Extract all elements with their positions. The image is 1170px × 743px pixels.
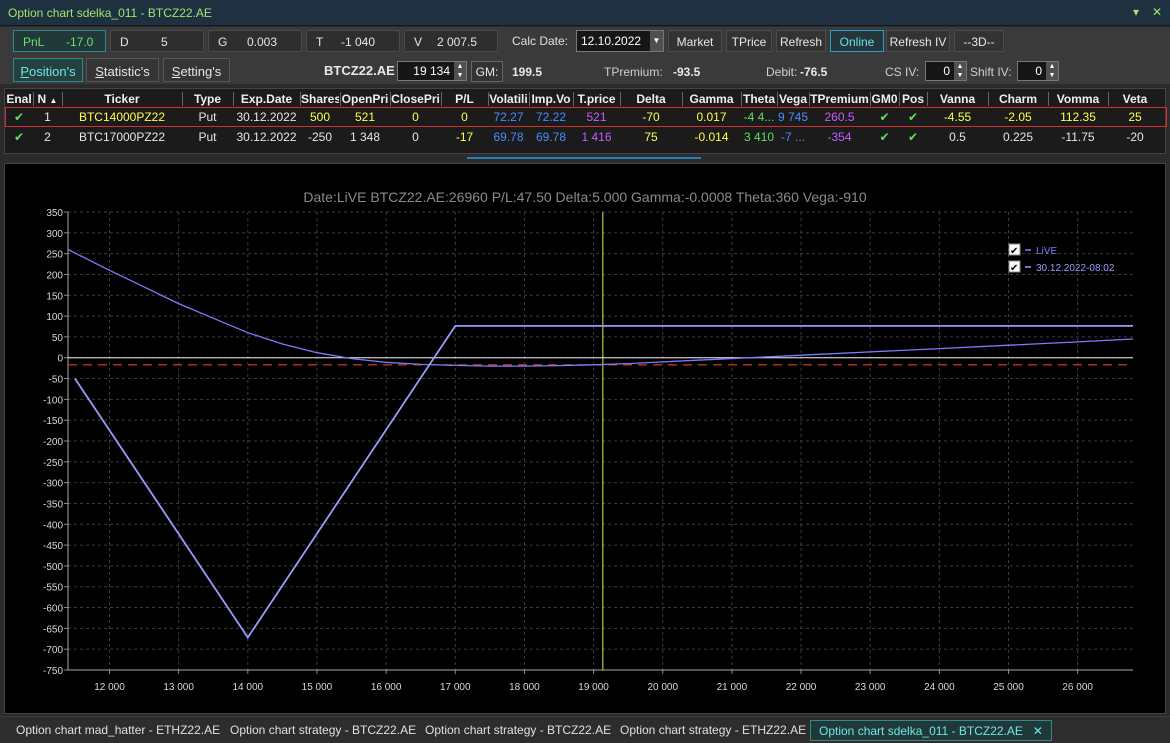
- y-tick-label: 50: [52, 333, 64, 344]
- y-tick-label: -100: [43, 395, 63, 406]
- x-tick-label: 25 000: [993, 682, 1024, 693]
- x-tick-label: 20 000: [647, 682, 678, 693]
- doc-tab-active[interactable]: Option chart sdelka_011 - BTCZ22.AE ✕: [810, 720, 1052, 741]
- y-tick-label: 200: [46, 270, 63, 281]
- y-tick-label: 100: [46, 312, 63, 323]
- y-tick-label: -50: [49, 375, 64, 386]
- x-tick-label: 14 000: [233, 682, 264, 693]
- y-tick-label: -400: [43, 520, 63, 531]
- legend-label: 30.12.2022-08:02: [1036, 263, 1115, 274]
- check-icon: ✔: [1010, 263, 1018, 274]
- y-tick-label: -150: [43, 416, 63, 427]
- y-tick-label: -350: [43, 499, 63, 510]
- x-tick-label: 18 000: [509, 682, 540, 693]
- x-tick-label: 22 000: [786, 682, 817, 693]
- y-tick-label: -700: [43, 645, 63, 656]
- y-tick-label: 0: [57, 354, 63, 365]
- y-tick-label: -300: [43, 479, 63, 490]
- y-tick-label: 300: [46, 229, 63, 240]
- y-tick-label: 250: [46, 250, 63, 261]
- doc-tab[interactable]: Option chart strategy - ETHZ22.AE: [612, 720, 814, 741]
- y-tick-label: -750: [43, 666, 63, 677]
- x-tick-label: 26 000: [1062, 682, 1093, 693]
- x-tick-label: 24 000: [924, 682, 955, 693]
- x-tick-label: 12 000: [94, 682, 125, 693]
- close-tab-icon[interactable]: ✕: [1033, 724, 1043, 738]
- y-tick-label: -200: [43, 437, 63, 448]
- y-tick-label: -650: [43, 624, 63, 635]
- x-tick-label: 13 000: [163, 682, 194, 693]
- document-tabs: Option chart mad_hatter - ETHZ22.AE Opti…: [0, 716, 1170, 743]
- x-tick-label: 16 000: [371, 682, 402, 693]
- y-tick-label: -450: [43, 541, 63, 552]
- y-tick-label: -250: [43, 458, 63, 469]
- doc-tab[interactable]: Option chart strategy - BTCZ22.AE: [417, 720, 619, 741]
- y-tick-label: -550: [43, 583, 63, 594]
- x-tick-label: 19 000: [578, 682, 609, 693]
- x-tick-label: 17 000: [440, 682, 471, 693]
- doc-tab[interactable]: Option chart mad_hatter - ETHZ22.AE: [8, 720, 228, 741]
- x-tick-label: 21 000: [717, 682, 748, 693]
- doc-tab-label: Option chart sdelka_011 - BTCZ22.AE: [819, 724, 1023, 738]
- series-line-1: [67, 248, 1134, 367]
- y-tick-label: -500: [43, 562, 63, 573]
- legend-label: LiVE: [1036, 246, 1057, 257]
- x-tick-label: 15 000: [302, 682, 333, 693]
- doc-tab[interactable]: Option chart strategy - BTCZ22.AE: [222, 720, 424, 741]
- y-tick-label: 350: [46, 208, 63, 219]
- check-icon: ✔: [1010, 246, 1018, 257]
- y-tick-label: -600: [43, 604, 63, 615]
- series-line-2: [74, 325, 1133, 640]
- payoff-chart[interactable]: 350 300 250 200 150 100 50 0 -50 -100 -150 -200 -250…: [0, 0, 1170, 716]
- y-tick-label: 150: [46, 291, 63, 302]
- x-tick-label: 23 000: [855, 682, 886, 693]
